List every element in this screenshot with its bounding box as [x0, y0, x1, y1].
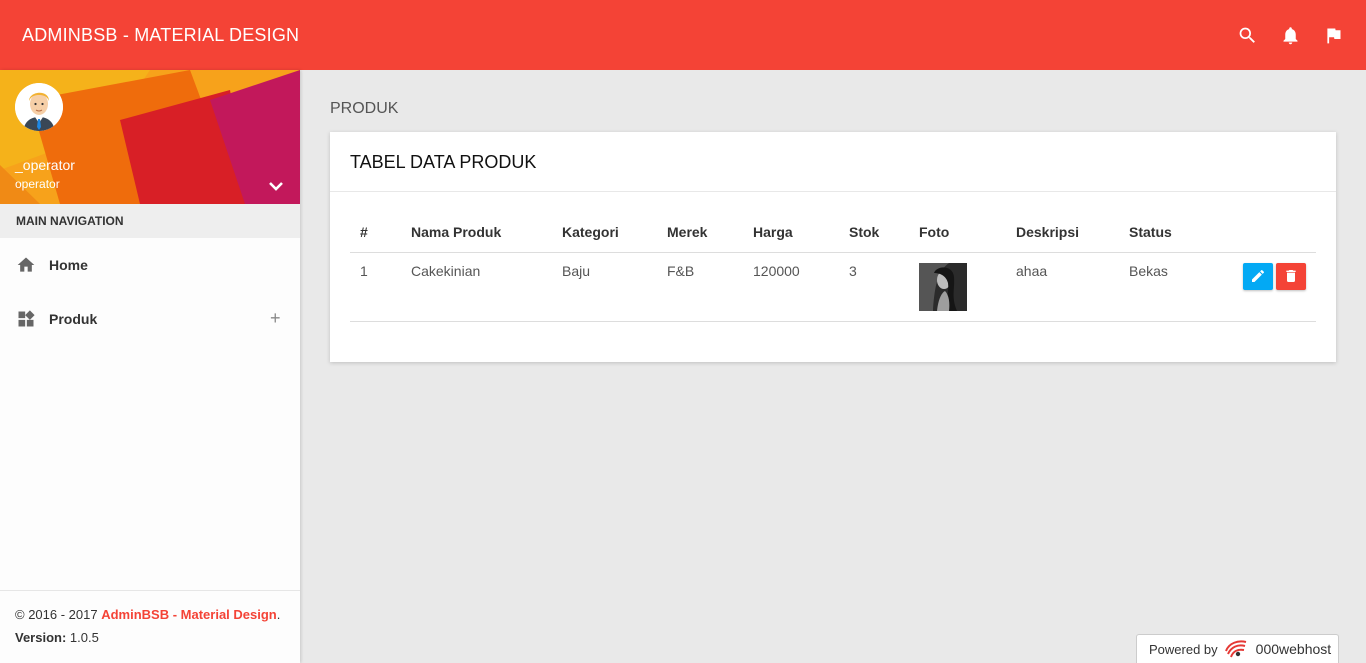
delete-button[interactable] — [1276, 262, 1306, 290]
column-header: Stok — [839, 212, 909, 253]
nav-header: MAIN NAVIGATION — [0, 204, 300, 238]
card-body: # Nama Produk Kategori Merek Harga Stok … — [330, 192, 1336, 322]
cell-deskripsi: ahaa — [1006, 252, 1119, 322]
chevron-down-icon[interactable] — [266, 178, 286, 194]
cell-status: Bekas — [1119, 252, 1229, 322]
flag-icon[interactable] — [1323, 25, 1344, 46]
sidebar-item-home[interactable]: Home — [0, 238, 300, 292]
row-actions — [1239, 262, 1306, 290]
bell-icon[interactable] — [1280, 25, 1301, 46]
cell-harga: 120000 — [743, 252, 839, 322]
table-row: 1 Cakekinian Baju F&B 120000 3 ahaa Beka… — [350, 252, 1316, 322]
column-header — [1229, 212, 1316, 253]
trash-icon — [1286, 270, 1296, 282]
home-icon — [16, 255, 36, 275]
webhost-name: 000webhost — [1255, 641, 1332, 657]
sidebar-item-label: Home — [49, 257, 88, 273]
powered-by-label: Powered by — [1149, 641, 1218, 657]
widgets-icon — [16, 309, 36, 329]
app-title[interactable]: ADMINBSB - MATERIAL DESIGN — [22, 25, 299, 46]
column-header: Nama Produk — [401, 212, 552, 253]
copyright-text: © 2016 - 2017 — [15, 607, 98, 622]
main-content: PRODUK TABEL DATA PRODUK # Nama Produk K… — [330, 70, 1336, 362]
avatar[interactable] — [15, 83, 63, 131]
column-header: Foto — [909, 212, 1006, 253]
copyright-line: © 2016 - 2017 AdminBSB - Material Design… — [15, 607, 285, 622]
user-role: operator — [15, 177, 60, 191]
version-line: Version: 1.0.5 — [15, 630, 285, 645]
brand-link[interactable]: AdminBSB - Material Design — [101, 607, 277, 622]
left-sidebar: _operator operator MAIN NAVIGATION Home … — [0, 70, 300, 663]
cell-actions — [1229, 252, 1316, 322]
cell-merek: F&B — [657, 252, 743, 322]
product-table-card: TABEL DATA PRODUK # Nama Produk Kategori… — [330, 132, 1336, 362]
product-photo — [919, 262, 967, 311]
search-icon[interactable] — [1237, 25, 1258, 46]
column-header: # — [350, 212, 401, 253]
top-navbar: ADMINBSB - MATERIAL DESIGN — [0, 0, 1366, 70]
column-header: Kategori — [552, 212, 657, 253]
page-title: PRODUK — [330, 100, 399, 117]
sidebar-item-produk[interactable]: Produk + — [0, 292, 300, 346]
pencil-icon — [1252, 269, 1265, 282]
user-name: _operator — [15, 157, 75, 173]
edit-button[interactable] — [1243, 262, 1273, 290]
card-title: TABEL DATA PRODUK — [330, 132, 1336, 192]
column-header: Status — [1119, 212, 1229, 253]
product-table: # Nama Produk Kategori Merek Harga Stok … — [350, 212, 1316, 322]
cell-stok: 3 — [839, 252, 909, 322]
sidebar-item-label: Produk — [49, 311, 98, 327]
brand-suffix: . — [276, 607, 281, 622]
top-icons — [1237, 25, 1344, 46]
version-label: Version: — [15, 630, 67, 645]
expand-plus-icon[interactable]: + — [270, 308, 281, 328]
user-info-panel: _operator operator — [0, 70, 300, 204]
column-header: Harga — [743, 212, 839, 253]
cell-kategori: Baju — [552, 252, 657, 322]
sidebar-footer: © 2016 - 2017 AdminBSB - Material Design… — [0, 590, 300, 663]
column-header: Merek — [657, 212, 743, 253]
table-header-row: # Nama Produk Kategori Merek Harga Stok … — [350, 212, 1316, 253]
cell-nama-produk: Cakekinian — [401, 252, 552, 322]
powered-by-badge[interactable]: Powered by 000webhost — [1136, 634, 1339, 663]
version-value: 1.0.5 — [69, 630, 99, 645]
column-header: Deskripsi — [1006, 212, 1119, 253]
cell-foto — [909, 252, 1006, 322]
webhost-logo-icon — [1224, 639, 1250, 659]
cell-no: 1 — [350, 252, 401, 322]
